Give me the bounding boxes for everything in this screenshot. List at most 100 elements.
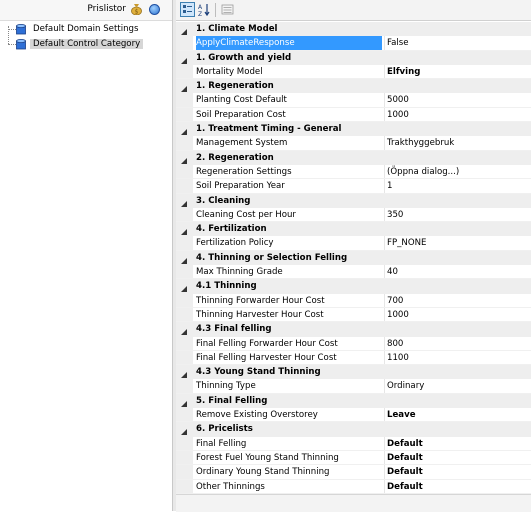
grid-margin — [176, 393, 193, 409]
collapse-arrow-icon[interactable] — [181, 226, 187, 236]
property-value[interactable]: 800 — [384, 336, 531, 350]
category-row[interactable]: 4. Fertilization — [176, 222, 531, 237]
category-row[interactable]: 6. Pricelists — [176, 422, 531, 437]
property-row[interactable]: Final Felling Default — [176, 436, 531, 451]
collapse-arrow-icon[interactable] — [181, 255, 187, 264]
property-name[interactable]: Thinning Type — [196, 379, 382, 392]
property-value[interactable]: 700 — [384, 293, 531, 307]
collapse-arrow-icon[interactable] — [181, 55, 187, 64]
property-value[interactable]: 350 — [384, 207, 531, 222]
property-value[interactable]: 5000 — [384, 93, 531, 107]
property-value[interactable]: Leave — [384, 408, 531, 422]
property-name[interactable]: Soil Preparation Year — [196, 179, 382, 192]
property-row[interactable]: Final Felling Forwarder Hour Cost 800 — [176, 336, 531, 351]
property-row[interactable]: Fertilization Policy FP_NONE — [176, 236, 531, 251]
property-value[interactable]: Ordinary — [384, 379, 531, 393]
category-row[interactable]: 3. Cleaning — [176, 193, 531, 208]
property-row[interactable]: Thinning Forwarder Hour Cost 700 — [176, 293, 531, 308]
collapse-arrow-icon[interactable] — [181, 126, 187, 136]
property-row[interactable]: Regeneration Settings (Öppna dialog...) — [176, 164, 531, 180]
property-value[interactable]: Elfving — [384, 64, 531, 79]
property-row[interactable]: Cleaning Cost per Hour 350 — [176, 207, 531, 223]
category-row[interactable]: 4.3 Young Stand Thinning — [176, 365, 531, 380]
grid-margin — [176, 64, 193, 79]
property-value[interactable]: Default — [384, 465, 531, 479]
collapse-arrow-icon[interactable] — [181, 326, 187, 336]
property-name[interactable]: Final Felling Harvester Hour Cost — [196, 351, 382, 364]
property-value[interactable]: Trakthyggebruk — [384, 136, 531, 150]
collapse-arrow-icon[interactable] — [181, 398, 187, 407]
collapse-arrow-icon[interactable] — [181, 283, 187, 293]
property-row[interactable]: Mortality Model Elfving — [176, 64, 531, 80]
category-row[interactable]: 1. Treatment Timing - General — [176, 122, 531, 137]
property-value[interactable]: Default — [384, 450, 531, 465]
property-name[interactable]: Final Felling Forwarder Hour Cost — [196, 337, 382, 350]
property-name[interactable]: Management System — [196, 136, 382, 149]
property-name[interactable]: Final Felling — [196, 437, 382, 450]
property-name[interactable]: ApplyClimateResponse — [196, 36, 382, 50]
property-value[interactable]: False — [384, 36, 531, 50]
toolbar-separator — [215, 3, 216, 17]
property-name[interactable]: Mortality Model — [196, 65, 382, 78]
collapse-arrow-icon[interactable] — [181, 26, 187, 35]
category-row[interactable]: 4. Thinning or Selection Felling — [176, 250, 531, 266]
property-name[interactable]: Regeneration Settings — [196, 165, 382, 178]
alphabetical-sort-icon[interactable]: A Z — [197, 2, 212, 18]
property-row[interactable]: Planting Cost Default 5000 — [176, 93, 531, 108]
grid-margin — [176, 93, 193, 107]
property-row[interactable]: Other Thinnings Default — [176, 479, 531, 494]
property-row[interactable]: Ordinary Young Stand Thinning Default — [176, 465, 531, 480]
category-row[interactable]: 4.1 Thinning — [176, 279, 531, 294]
property-name[interactable]: Thinning Harvester Hour Cost — [196, 308, 382, 321]
property-value[interactable]: 1000 — [384, 107, 531, 122]
property-row[interactable]: Final Felling Harvester Hour Cost 1100 — [176, 350, 531, 366]
category-row[interactable]: 4.3 Final felling — [176, 322, 531, 337]
property-row[interactable]: Thinning Harvester Hour Cost 1000 — [176, 307, 531, 323]
property-value[interactable]: (Öppna dialog...) — [384, 164, 531, 179]
categorized-view-button[interactable] — [180, 2, 195, 17]
property-name[interactable]: Cleaning Cost per Hour — [196, 208, 382, 221]
category-row[interactable]: 5. Final Felling — [176, 393, 531, 409]
help-icon[interactable] — [149, 4, 160, 15]
property-name[interactable]: Planting Cost Default — [196, 93, 382, 106]
property-pages-icon[interactable] — [220, 2, 235, 17]
property-row[interactable]: Soil Preparation Year 1 — [176, 179, 531, 194]
property-value[interactable]: 1 — [384, 179, 531, 193]
property-name[interactable]: Remove Existing Overstorey — [196, 408, 382, 421]
tree-item-default-domain-settings[interactable]: Default Domain Settings — [0, 22, 172, 37]
property-value[interactable]: 40 — [384, 265, 531, 279]
property-name[interactable]: Ordinary Young Stand Thinning — [196, 465, 382, 478]
category-row[interactable]: 1. Regeneration — [176, 79, 531, 94]
category-row[interactable]: 1. Climate Model — [176, 22, 531, 37]
collapse-arrow-icon[interactable] — [181, 155, 187, 164]
collapse-arrow-icon[interactable] — [181, 369, 187, 379]
grid-margin — [176, 179, 193, 193]
category-row[interactable]: 2. Regeneration — [176, 150, 531, 165]
property-row[interactable]: Soil Preparation Cost 1000 — [176, 107, 531, 123]
property-value[interactable]: Default — [384, 479, 531, 493]
property-name[interactable]: Fertilization Policy — [196, 236, 382, 249]
collapse-arrow-icon[interactable] — [181, 198, 187, 207]
property-name[interactable]: Other Thinnings — [196, 480, 382, 493]
property-value[interactable]: 1100 — [384, 350, 531, 365]
property-value[interactable]: Default — [384, 436, 531, 450]
property-name[interactable]: Forest Fuel Young Stand Thinning — [196, 451, 382, 464]
property-row[interactable]: Management System Trakthyggebruk — [176, 136, 531, 151]
property-name[interactable]: Soil Preparation Cost — [196, 108, 382, 121]
property-value[interactable]: 1000 — [384, 307, 531, 322]
collapse-arrow-icon[interactable] — [181, 83, 187, 93]
property-value[interactable]: FP_NONE — [384, 236, 531, 250]
category-label: 4.1 Thinning — [196, 281, 257, 292]
property-name[interactable]: Thinning Forwarder Hour Cost — [196, 294, 382, 307]
property-row[interactable]: Forest Fuel Young Stand Thinning Default — [176, 450, 531, 466]
grid-margin — [176, 22, 193, 37]
category-row[interactable]: 1. Growth and yield — [176, 50, 531, 65]
collapse-arrow-icon[interactable] — [181, 426, 187, 436]
money-bag-icon[interactable]: $ — [131, 3, 142, 16]
property-name[interactable]: Max Thinning Grade — [196, 265, 382, 278]
property-row[interactable]: Thinning Type Ordinary — [176, 379, 531, 394]
property-row[interactable]: ApplyClimateResponse False — [176, 36, 531, 51]
property-row[interactable]: Max Thinning Grade 40 — [176, 265, 531, 280]
property-row[interactable]: Remove Existing Overstorey Leave — [176, 408, 531, 423]
tree-item-default-control-category[interactable]: Default Control Category — [0, 37, 172, 52]
